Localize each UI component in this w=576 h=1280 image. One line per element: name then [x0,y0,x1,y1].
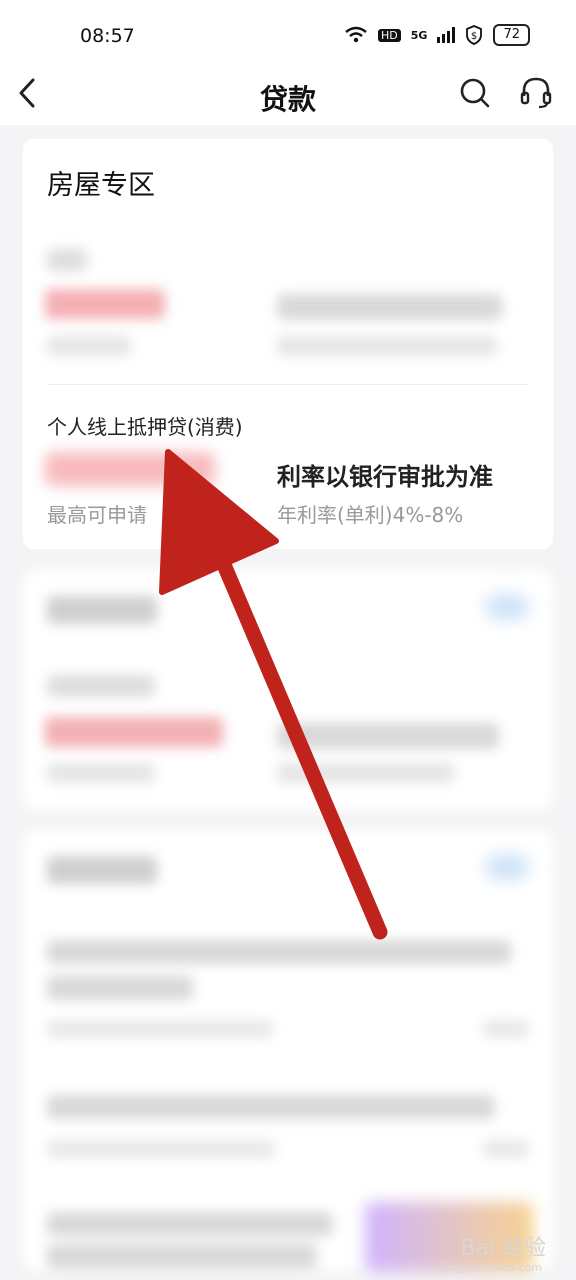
housing-zone-card: 房屋专区 个人线上抵押贷(消费) 利率以银行审批为准 最高可申请 年利率(单利)… [23,139,553,549]
status-bar: 08:57 HD 5G $ 72 [0,0,576,70]
product-rate-note: 年利率(单利)4%-8% [277,503,464,527]
product-name: 个人线上抵押贷(消费) [47,415,243,439]
wifi-icon [345,26,367,43]
svg-text:$: $ [471,31,477,42]
shield-icon: $ [466,25,483,45]
search-icon[interactable] [459,77,491,109]
product-max-label: 最高可申请 [47,503,147,527]
status-time: 08:57 [80,25,135,47]
signal-icon [437,27,456,43]
network-label: 5G [410,28,428,42]
product-rate: 利率以银行审批为准 [277,463,493,491]
product-amount [45,452,215,486]
hd-badge: HD [378,28,401,42]
housing-zone-title: 房屋专区 [47,170,155,201]
watermark-url: jingyan.baidu.com [440,1261,542,1274]
headset-icon[interactable] [520,76,552,110]
watermark-logo: Bai 经验 [460,1236,546,1261]
blurred-section-2[interactable] [23,570,553,810]
battery-indicator: 72 [493,24,530,46]
nav-bar: 贷款 [0,70,576,125]
blurred-section-3[interactable] [23,830,553,1272]
status-icons: HD 5G $ 72 [344,24,530,46]
card-divider [47,384,529,385]
